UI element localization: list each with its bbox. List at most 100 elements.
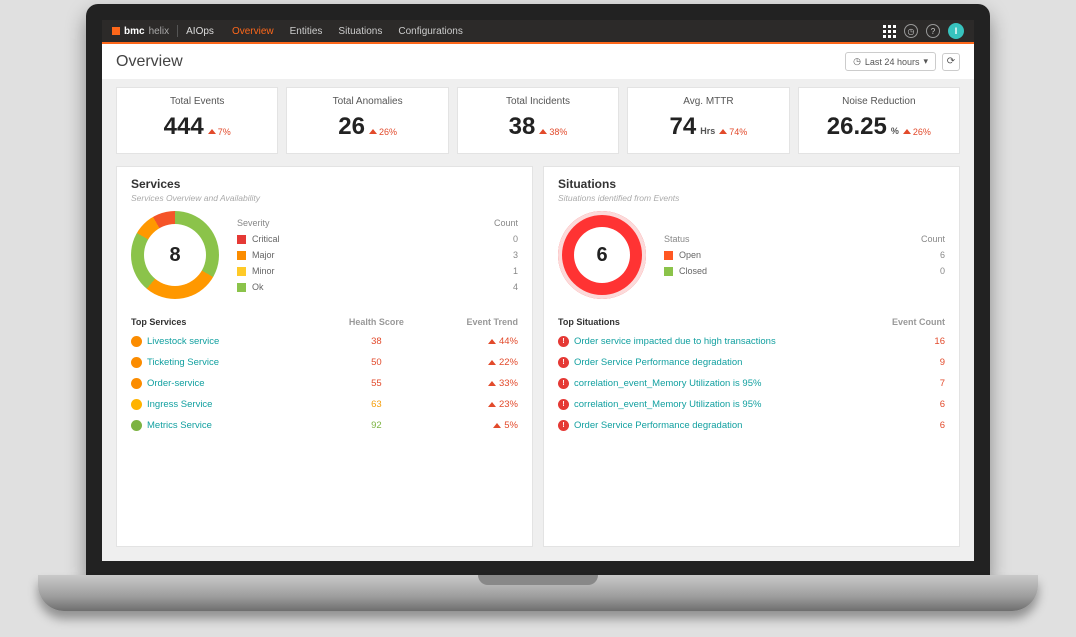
kpi-delta: 74% [719,127,747,137]
severity-name: Minor [252,266,275,276]
situation-row[interactable]: !Order Service Performance degradation6 [558,415,945,436]
kpi-card[interactable]: Total Events4447% [116,87,278,154]
status-row: Closed0 [664,263,945,279]
kpi-unit: Hrs [700,126,715,136]
event-count: 9 [853,357,945,368]
severity-col-count: Count [494,218,518,228]
health-score: 50 [329,357,423,368]
alert-dot-icon: ! [558,357,569,368]
severity-count: 4 [513,282,518,292]
service-row[interactable]: Livestock service3844% [131,331,518,352]
status-row: Open6 [664,247,945,263]
topbar: bmc helix AIOps OverviewEntitiesSituatio… [102,20,974,44]
event-trend: 23% [424,399,518,410]
kpi-unit: % [891,126,899,136]
up-triangle-icon [903,129,911,134]
situation-row[interactable]: !Order service impacted due to high tran… [558,331,945,352]
health-score: 63 [329,399,423,410]
kpi-card[interactable]: Total Incidents3838% [457,87,619,154]
brand-name-1: bmc [124,26,145,37]
refresh-button[interactable]: ⟳ [942,53,960,71]
service-row[interactable]: Ticketing Service 5022% [131,352,518,373]
health-score: 38 [329,336,423,347]
kpi-value: 444 [164,113,204,141]
up-triangle-icon [488,360,496,365]
severity-name: Major [252,250,275,260]
health-score: 92 [329,420,423,431]
kpi-value: 26.25 [827,113,887,141]
kpi-delta: 26% [369,127,397,137]
time-range-label: Last 24 hours [865,57,920,67]
kpi-value: 74 [670,113,697,141]
status-count: 0 [940,266,945,276]
situation-link[interactable]: correlation_event_Memory Utilization is … [574,378,761,389]
nav-configurations[interactable]: Configurations [390,26,470,37]
severity-swatch-icon [237,251,246,260]
kpi-delta: 38% [539,127,567,137]
main-nav: OverviewEntitiesSituationsConfigurations [224,26,471,37]
alert-dot-icon: ! [558,378,569,389]
kpi-value: 38 [509,113,536,141]
header-icons: ◷ ? I [883,23,974,39]
app-grid-icon[interactable] [883,25,896,38]
time-range-picker[interactable]: ◷ Last 24 hours ▾ [845,52,936,71]
service-link[interactable]: Ticketing Service [147,357,219,368]
col-event-trend: Event Trend [424,317,518,327]
status-col-count: Count [921,234,945,244]
service-health-dot-icon [131,336,142,347]
situation-link[interactable]: Order service impacted due to high trans… [574,336,776,347]
status-swatch-icon [664,251,673,260]
service-link[interactable]: Order-service [147,378,205,389]
services-donut-chart: 8 [131,211,219,299]
severity-count: 1 [513,266,518,276]
severity-swatch-icon [237,235,246,244]
situations-donut-chart: 6 [558,211,646,299]
up-triangle-icon [493,423,501,428]
service-link[interactable]: Metrics Service [147,420,212,431]
severity-legend: Severity Count Critical0Major3Minor1Ok4 [237,215,518,295]
help-icon[interactable]: ? [926,24,940,38]
situation-link[interactable]: Order Service Performance degradation [574,420,742,431]
service-row[interactable]: Ingress Service 6323% [131,394,518,415]
event-trend: 22% [424,357,518,368]
situation-row[interactable]: ! correlation_event_Memory Utilization is… [558,373,945,394]
severity-name: Critical [252,234,280,244]
up-triangle-icon [369,129,377,134]
situation-link[interactable]: Order Service Performance degradation [574,357,742,368]
severity-swatch-icon [237,267,246,276]
nav-overview[interactable]: Overview [224,26,282,37]
kpi-value: 26 [338,113,365,141]
severity-row: Minor 1 [237,263,518,279]
nav-entities[interactable]: Entities [282,26,331,37]
kpi-delta: 26% [903,127,931,137]
module-name: AIOps [186,26,214,37]
situation-link[interactable]: correlation_event_Memory Utilization is … [574,399,761,410]
kpi-card[interactable]: Noise Reduction26.25%26% [798,87,960,154]
service-link[interactable]: Ingress Service [147,399,212,410]
kpi-card[interactable]: Total Anomalies 26 26% [286,87,448,154]
kpi-label: Total Anomalies [333,96,403,107]
service-link[interactable]: Livestock service [147,336,219,347]
nav-situations[interactable]: Situations [330,26,390,37]
severity-row: Critical0 [237,231,518,247]
event-trend: 5% [424,420,518,431]
kpi-card[interactable]: Avg. MTTR 74Hrs 74% [627,87,789,154]
brand-name-2: helix [149,26,170,37]
page-title: Overview [116,53,183,71]
service-row[interactable]: Metrics Service 925% [131,415,518,436]
situation-row[interactable]: !correlation_event_Memory Utilization is… [558,394,945,415]
top-situations-title: Top Situations [558,317,620,327]
clock-icon[interactable]: ◷ [904,24,918,38]
severity-col-name: Severity [237,218,270,228]
up-triangle-icon [208,129,216,134]
services-title: Services [131,177,518,191]
avatar[interactable]: I [948,23,964,39]
service-row[interactable]: Order-service5533% [131,373,518,394]
event-count: 16 [853,336,945,347]
situation-row[interactable]: ! Order Service Performance degradation 9 [558,352,945,373]
event-count: 6 [853,420,945,431]
up-triangle-icon [539,129,547,134]
chevron-down-icon: ▾ [923,56,928,67]
kpi-label: Avg. MTTR [683,96,733,107]
services-panel: Services Services Overview and Availabil… [116,166,533,547]
